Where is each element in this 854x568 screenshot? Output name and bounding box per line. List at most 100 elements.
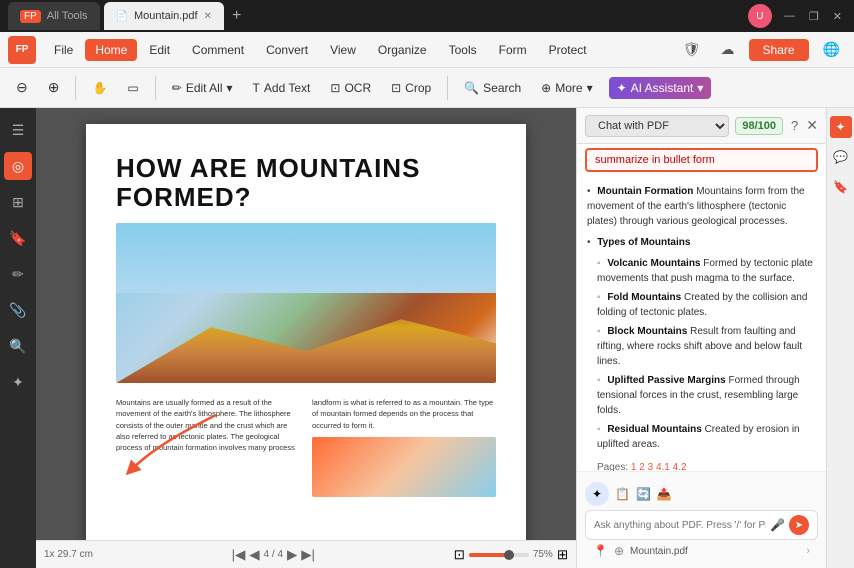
location-icon[interactable]: 📍 — [593, 544, 608, 558]
cloud-icon-btn[interactable]: ☁ — [715, 39, 741, 60]
rs-icon-bookmark[interactable]: 🔖 — [830, 176, 852, 198]
ai-response-content: • Mountain Formation Mountains form from… — [577, 176, 826, 471]
tab-all-tools-label: All Tools — [47, 10, 88, 22]
pdf-body-col1: Mountains are usually formed as a result… — [116, 398, 295, 452]
copy-button[interactable]: 📋 — [615, 487, 630, 501]
sidebar-item-layers[interactable]: ⊞ — [4, 188, 32, 216]
search-button[interactable]: 🔍 Search — [456, 77, 529, 99]
menu-tools[interactable]: Tools — [439, 39, 487, 61]
maximize-button[interactable]: ❐ — [805, 10, 823, 23]
right-sidebar-icons: ✦ 💬 🔖 — [826, 108, 854, 568]
titlebar-controls: U — ❐ ✕ — [748, 4, 846, 28]
close-button[interactable]: ✕ — [829, 10, 846, 23]
close-panel-button[interactable]: ✕ — [806, 117, 818, 134]
menu-comment[interactable]: Comment — [182, 39, 254, 61]
search-icon: 🔍 — [464, 81, 479, 95]
rs-icon-comment[interactable]: 💬 — [830, 146, 852, 168]
menu-view[interactable]: View — [320, 39, 366, 61]
main-layout: ☰ ◎ ⊞ 🔖 ✏ 📎 🔍 ✦ HOW ARE MOUNTAINS FORMED… — [0, 108, 854, 568]
sidebar-item-menu[interactable]: ☰ — [4, 116, 32, 144]
refresh-button[interactable]: 🔄 — [636, 487, 651, 501]
page-ref-2[interactable]: 2 — [639, 462, 645, 471]
shield-icon-btn[interactable]: 🛡 — [677, 39, 707, 60]
bullet-title-1: Mountain Formation — [597, 186, 693, 197]
sub-bullet-dot-4: ◦ — [597, 375, 601, 386]
fullscreen-button[interactable]: ⊞ — [557, 547, 568, 563]
app-logo: FP — [8, 36, 36, 64]
pdf-scroll[interactable]: HOW ARE MOUNTAINS FORMED? Mountains are … — [36, 108, 576, 568]
menu-edit[interactable]: Edit — [139, 39, 180, 61]
first-page-button[interactable]: |◀ — [232, 547, 246, 563]
crop-icon: ⊡ — [391, 81, 401, 95]
mic-button[interactable]: 🎤 — [770, 518, 785, 532]
help-button[interactable]: ? — [789, 116, 800, 135]
share-button[interactable]: Share — [749, 39, 809, 61]
rs-icon-ai[interactable]: ✦ — [830, 116, 852, 138]
edit-all-button[interactable]: ✏ Edit All ▾ — [164, 77, 241, 99]
send-button[interactable]: ➤ — [789, 515, 809, 535]
pdf-view-wrapper: HOW ARE MOUNTAINS FORMED? Mountains are … — [36, 108, 576, 568]
left-sidebar: ☰ ◎ ⊞ 🔖 ✏ 📎 🔍 ✦ — [0, 108, 36, 568]
prev-page-button[interactable]: ◀ — [249, 547, 259, 563]
sidebar-item-search[interactable]: 🔍 — [4, 332, 32, 360]
last-page-button[interactable]: ▶| — [301, 547, 315, 563]
window-controls: — ❐ ✕ — [780, 10, 846, 23]
next-page-button[interactable]: ▶ — [287, 547, 297, 563]
more-dots-icon: ⊕ — [541, 81, 551, 95]
chat-input-field[interactable] — [594, 520, 766, 531]
page-ref-5[interactable]: 4.2 — [673, 462, 687, 471]
share-chat-button[interactable]: 📤 — [657, 487, 672, 501]
sidebar-item-bookmarks[interactable]: 🔖 — [4, 224, 32, 252]
page-ref-3[interactable]: 3 — [648, 462, 654, 471]
sidebar-item-signatures[interactable]: ✦ — [4, 368, 32, 396]
fit-page-button[interactable]: ⊡ — [454, 547, 465, 563]
ai-bullet-types: • Types of Mountains — [587, 235, 816, 250]
tab-all-tools[interactable]: FP All Tools — [8, 2, 100, 30]
select-tool-button[interactable]: ▭ — [119, 77, 146, 99]
hand-tool-button[interactable]: ✋ — [84, 77, 115, 99]
new-tab-button[interactable]: + — [228, 7, 245, 25]
pdf-small-image — [312, 437, 496, 497]
chat-input-row: 🎤 ➤ — [585, 510, 818, 540]
sidebar-item-attachments[interactable]: 📎 — [4, 296, 32, 324]
menu-file[interactable]: File — [44, 39, 83, 61]
crop-label: Crop — [405, 81, 431, 95]
expand-chat-icon[interactable]: › — [806, 545, 810, 557]
ocr-label: OCR — [344, 81, 371, 95]
ai-assistant-button[interactable]: ✦ AI Assistant ▾ — [609, 77, 712, 99]
page-ref-1[interactable]: 1 — [631, 462, 637, 471]
menu-right: 🛡 ☁ Share 🌐 — [677, 39, 846, 61]
right-panel: Chat with PDF 98/100 ? ✕ summarize in bu… — [576, 108, 826, 568]
menu-organize[interactable]: Organize — [368, 39, 437, 61]
chat-mode-select[interactable]: Chat with PDF — [585, 115, 729, 137]
more-button[interactable]: ⊕ More ▾ — [533, 77, 600, 99]
sub-title-residual: Residual Mountains — [607, 424, 701, 435]
zoom-in-icon: ⊕ — [48, 79, 60, 96]
zoom-slider[interactable] — [469, 553, 529, 557]
menu-protect[interactable]: Protect — [539, 39, 597, 61]
menu-home[interactable]: Home — [85, 39, 137, 61]
minimize-button[interactable]: — — [780, 10, 799, 22]
page-number: 4 / 4 — [264, 549, 283, 560]
zoom-out-button[interactable]: ⊖ — [8, 75, 36, 100]
ocr-button[interactable]: ⊡ OCR — [322, 77, 379, 99]
online-icon-btn[interactable]: 🌐 — [817, 39, 846, 60]
close-tab-icon[interactable]: ✕ — [204, 11, 212, 22]
tab-mountain-pdf[interactable]: 📄 Mountain.pdf ✕ — [104, 2, 224, 30]
search-label: Search — [483, 81, 521, 95]
sidebar-item-annotations[interactable]: ✏ — [4, 260, 32, 288]
crop-button[interactable]: ⊡ Crop — [383, 77, 439, 99]
edit-all-dropdown-icon: ▾ — [227, 81, 233, 95]
sidebar-item-pages[interactable]: ◎ — [4, 152, 32, 180]
zoom-in-button[interactable]: ⊕ — [40, 75, 68, 100]
add-attachment-icon[interactable]: ⊕ — [614, 544, 624, 558]
menu-form[interactable]: Form — [489, 39, 537, 61]
statusbar: 1x 29.7 cm |◀ ◀ 4 / 4 ▶ ▶| ⊡ 75% ⊞ — [36, 540, 576, 568]
menubar: FP File Home Edit Comment Convert View O… — [0, 32, 854, 68]
menu-convert[interactable]: Convert — [256, 39, 318, 61]
ai-sub-uplifted: ◦ Uplifted Passive Margins Formed throug… — [587, 373, 816, 418]
page-ref-4[interactable]: 4.1 — [656, 462, 670, 471]
page-refs-label: Pages: — [597, 462, 628, 471]
pdf-page: HOW ARE MOUNTAINS FORMED? Mountains are … — [86, 124, 526, 564]
add-text-button[interactable]: T Add Text — [245, 77, 319, 99]
